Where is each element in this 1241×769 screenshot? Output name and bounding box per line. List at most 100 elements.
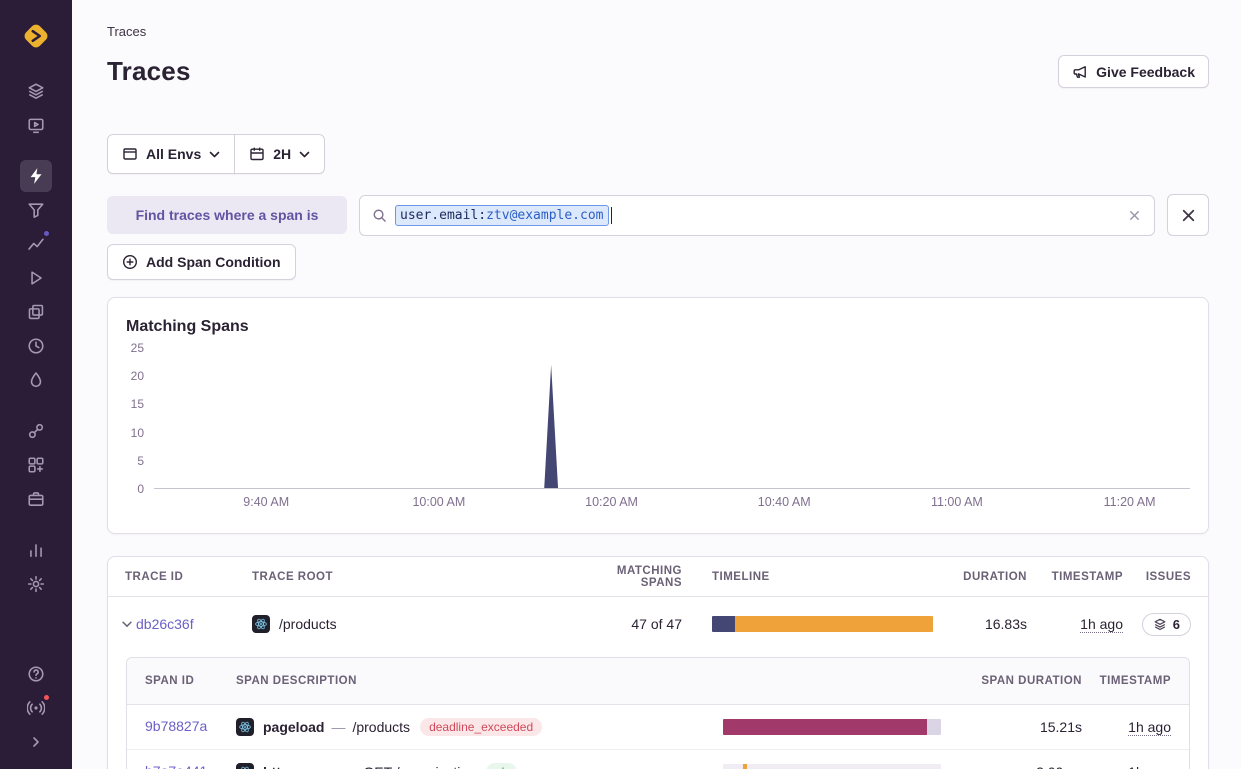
issues-cell: 6 [1129, 613, 1208, 636]
sentry-logo[interactable] [20, 20, 52, 52]
span-timeline-bar[interactable] [723, 764, 941, 769]
trace-root-cell: /products [252, 615, 572, 633]
sidebar-item-profiling[interactable] [20, 364, 52, 396]
text-cursor [611, 207, 612, 224]
whats-new-notification-dot [42, 693, 51, 702]
col-timestamp: TIMESTAMP [1033, 571, 1129, 583]
span-description: /products [352, 719, 410, 735]
span-description-cell: http.server — GET /organization ok [236, 763, 715, 769]
add-span-condition-label: Add Span Condition [146, 254, 281, 270]
page-title: Traces [107, 56, 191, 87]
span-id-cell: b7a7e441 [127, 763, 236, 769]
col-span-id: SPAN ID [127, 675, 236, 687]
trace-timestamp-cell: 1h ago [1033, 616, 1129, 632]
settings-gear-icon [27, 575, 45, 593]
time-range-filter-label: 2H [273, 146, 291, 162]
environment-filter-button[interactable]: All Envs [107, 134, 235, 174]
close-search-button[interactable] [1167, 194, 1209, 236]
span-id-link[interactable]: b7a7e441 [145, 763, 207, 769]
col-timeline: TIMELINE [702, 571, 942, 583]
issues-count-button[interactable]: 6 [1142, 613, 1191, 636]
chart-main: 9:40 AM10:00 AM10:20 AM10:40 AM11:00 AM1… [154, 348, 1190, 519]
links-icon [27, 422, 45, 440]
span-op: http.server [263, 764, 335, 769]
span-description-cell: pageload — /products deadline_exceeded [236, 718, 715, 736]
matching-spans-chart[interactable] [154, 348, 1190, 489]
matching-spans-value: 47 of 47 [572, 616, 702, 632]
search-token-key: user.email: [400, 208, 486, 223]
clear-search-icon[interactable] [1127, 208, 1142, 223]
briefcase-icon [27, 490, 45, 508]
breadcrumb[interactable]: Traces [107, 24, 1209, 39]
span-row: 9b78827a pageload — /products deadline_e… [127, 705, 1189, 749]
col-trace-id: TRACE ID [108, 571, 252, 583]
sidebar [0, 0, 72, 769]
plus-circle-icon [122, 254, 138, 270]
sidebar-item-traces[interactable] [20, 160, 52, 192]
sidebar-item-briefcase[interactable] [20, 483, 52, 515]
col-span-description: SPAN DESCRIPTION [236, 675, 715, 687]
sidebar-item-insights[interactable] [20, 228, 52, 260]
expanded-trace-region: SPAN ID SPAN DESCRIPTION SPAN DURATION T… [108, 651, 1208, 769]
span-id-link[interactable]: 9b78827a [145, 718, 207, 734]
collapse-trace-button[interactable] [118, 615, 136, 633]
span-timestamp[interactable]: 1h ago [1128, 719, 1171, 736]
give-feedback-button[interactable]: Give Feedback [1058, 55, 1209, 88]
search-token[interactable]: user.email: ztv@example.com [395, 205, 609, 226]
react-project-icon [236, 763, 254, 769]
sidebar-item-help[interactable] [20, 658, 52, 690]
span-table: SPAN ID SPAN DESCRIPTION SPAN DURATION T… [126, 657, 1190, 769]
issues-icon [27, 82, 45, 100]
timeline-cell [702, 616, 942, 632]
sidebar-item-whats-new[interactable] [20, 692, 52, 724]
trace-search-input[interactable]: user.email: ztv@example.com [359, 195, 1155, 236]
chart-x-axis-labels: 9:40 AM10:00 AM10:20 AM10:40 AM11:00 AM1… [154, 495, 1190, 519]
sidebar-item-explore[interactable] [20, 109, 52, 141]
sidebar-expand-button[interactable] [20, 726, 52, 758]
add-span-condition-button[interactable]: Add Span Condition [107, 244, 296, 280]
col-issues: ISSUES [1129, 571, 1208, 583]
span-duration: 15.21s [955, 719, 1088, 735]
span-op: pageload [263, 719, 324, 735]
matching-spans-panel: Matching Spans 0510152025 9:40 AM10:00 A… [107, 297, 1209, 534]
filter-button-group: All Envs 2H [107, 134, 325, 174]
time-range-filter-button[interactable]: 2H [234, 134, 325, 174]
sidebar-item-issues[interactable] [20, 75, 52, 107]
span-timeline-bar[interactable] [723, 719, 941, 735]
sidebar-item-funnel[interactable] [20, 194, 52, 226]
trace-timestamp[interactable]: 1h ago [1080, 616, 1123, 633]
span-status-badge: ok [486, 763, 517, 769]
sidebar-item-stats[interactable] [20, 534, 52, 566]
chevron-down-icon [299, 151, 310, 158]
sidebar-item-history[interactable] [20, 330, 52, 362]
react-project-icon [252, 615, 270, 633]
trace-id-link[interactable]: db26c36f [136, 616, 194, 632]
sidebar-item-releases[interactable] [20, 296, 52, 328]
integrations-blocks-icon [27, 456, 45, 474]
trace-timeline-bar[interactable] [712, 616, 933, 632]
col-span-timestamp: TIMESTAMP [1088, 675, 1189, 687]
sidebar-item-integrations[interactable] [20, 449, 52, 481]
stats-bars-icon [27, 541, 45, 559]
chart-y-axis-labels: 0510152025 [126, 348, 154, 489]
col-duration: DURATION [942, 571, 1033, 583]
span-table-header: SPAN ID SPAN DESCRIPTION SPAN DURATION T… [127, 658, 1189, 705]
insights-notification-dot [42, 229, 51, 238]
sidebar-item-replays[interactable] [20, 262, 52, 294]
span-timestamp[interactable]: 1h ago [1128, 764, 1171, 769]
span-description: GET /organization [363, 764, 476, 769]
trace-id-cell: db26c36f [108, 615, 252, 633]
col-trace-root: TRACE ROOT [252, 571, 572, 583]
insights-chart-icon [27, 235, 45, 253]
span-duration: 2.00ms [955, 764, 1088, 769]
span-id-cell: 9b78827a [127, 718, 236, 736]
filter-row: All Envs 2H [107, 134, 1209, 174]
span-condition-label: Find traces where a span is [107, 196, 347, 234]
sidebar-item-settings[interactable] [20, 568, 52, 600]
monitor-play-icon [27, 116, 45, 134]
span-timeline-cell [715, 764, 955, 769]
broadcast-icon [27, 699, 45, 717]
sidebar-item-links[interactable] [20, 415, 52, 447]
col-span-duration: SPAN DURATION [715, 675, 1088, 687]
window-icon [122, 146, 138, 162]
